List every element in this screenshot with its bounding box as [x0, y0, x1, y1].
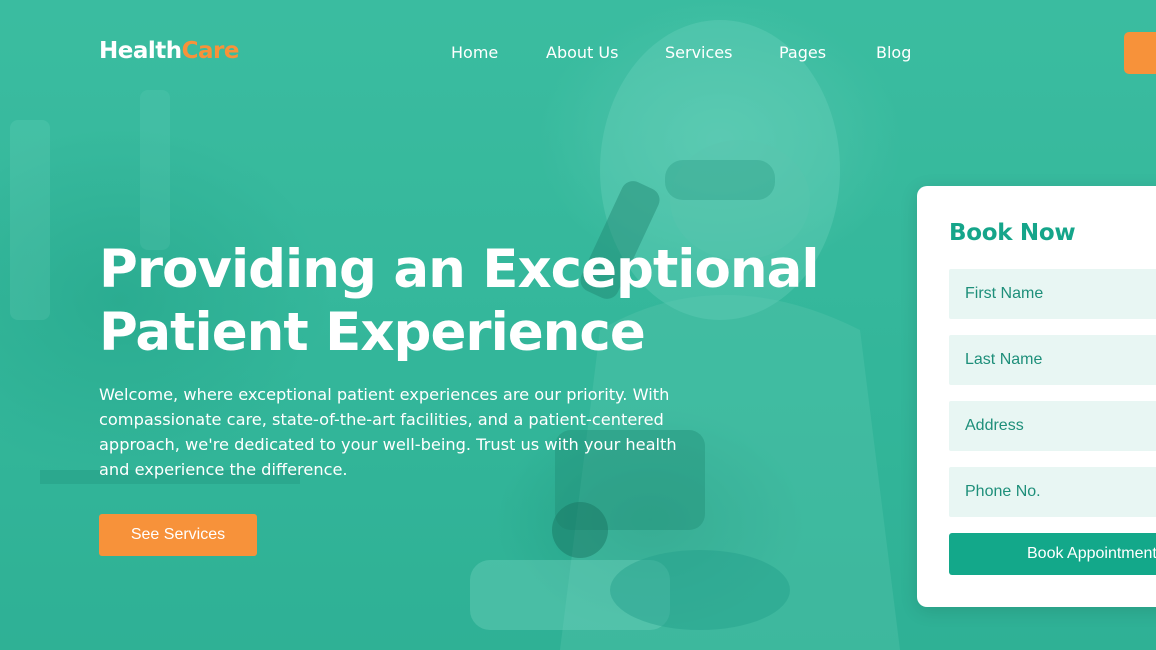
hero-title: Providing an Exceptional Patient Experie…	[99, 239, 820, 363]
main-navigation: Home About Us Services Pages Blog	[451, 43, 936, 62]
phone-field[interactable]	[949, 467, 1156, 517]
nav-item-services[interactable]: Services	[665, 43, 779, 62]
nav-item-blog[interactable]: Blog	[876, 43, 936, 62]
header-action-button[interactable]	[1124, 32, 1156, 74]
brand-logo-part2: Care	[181, 38, 240, 64]
brand-logo-part1: Health	[99, 38, 182, 64]
booking-card: Book Now Book Appointment	[917, 186, 1156, 607]
see-services-button[interactable]: See Services	[99, 514, 257, 556]
nav-item-pages[interactable]: Pages	[779, 43, 876, 62]
book-appointment-button[interactable]: Book Appointment	[949, 533, 1156, 575]
hero-description: Welcome, where exceptional patient exper…	[99, 385, 677, 479]
first-name-field[interactable]	[949, 269, 1156, 319]
address-field[interactable]	[949, 401, 1156, 451]
nav-item-home[interactable]: Home	[451, 43, 546, 62]
booking-title: Book Now	[949, 220, 1076, 246]
last-name-field[interactable]	[949, 335, 1156, 385]
nav-item-about-us[interactable]: About Us	[546, 43, 665, 62]
brand-logo[interactable]: HealthCare	[99, 38, 239, 64]
